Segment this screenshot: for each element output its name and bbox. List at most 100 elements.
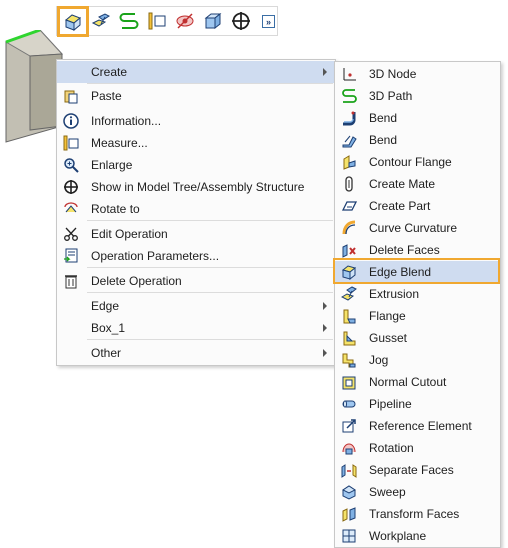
- sweep-icon: [341, 484, 357, 500]
- menu-separator: [87, 292, 333, 293]
- measure-tool-button[interactable]: [145, 9, 169, 33]
- menu-separator: [87, 220, 333, 221]
- menu-separator: [87, 83, 333, 84]
- create-item-label: Separate Faces: [369, 463, 454, 477]
- scissors-icon: [63, 226, 79, 242]
- create-item-contour-flange[interactable]: Contour Flange: [335, 151, 500, 173]
- context-menu-item-label: Delete Operation: [91, 274, 182, 288]
- 3d-path-icon: [341, 88, 357, 104]
- context-menu-item-box-1[interactable]: Box_1: [57, 317, 335, 339]
- edge-blend-tool-button[interactable]: [57, 6, 89, 37]
- context-menu-item-other[interactable]: Other: [57, 342, 335, 364]
- context-menu-item-label: Edge: [91, 299, 120, 313]
- create-item-bend-2[interactable]: Bend: [335, 129, 500, 151]
- rotate-icon: [63, 201, 79, 217]
- context-menu-item-label: Other: [91, 346, 122, 360]
- create-item-label: Create Part: [369, 199, 431, 213]
- workplane-icon: [341, 528, 357, 544]
- submenu-arrow-icon: [323, 302, 327, 310]
- create-item-extrusion[interactable]: Extrusion: [335, 283, 500, 305]
- create-item-delete-faces[interactable]: Delete Faces: [335, 239, 500, 261]
- create-item-label: Workplane: [369, 529, 427, 543]
- context-menu-item-label: Operation Parameters...: [91, 249, 220, 263]
- create-item-rotation[interactable]: Rotation: [335, 437, 500, 459]
- context-menu-item-edit-operation[interactable]: Edit Operation: [57, 223, 335, 245]
- mini-toolbar: »: [56, 6, 278, 37]
- toolbar-more-button[interactable]: »: [262, 15, 275, 28]
- context-menu-item-label: Rotate to: [91, 202, 140, 216]
- extrusion-icon: [340, 286, 357, 302]
- context-menu-item-paste[interactable]: Paste: [57, 85, 335, 107]
- context-menu: Create Paste Information... Measure... Enlar…: [56, 59, 336, 366]
- context-menu-item-edge[interactable]: Edge: [57, 295, 335, 317]
- create-item-jog[interactable]: Jog: [335, 349, 500, 371]
- create-item-label: Contour Flange: [369, 155, 452, 169]
- path-icon: [119, 13, 139, 29]
- jog-icon: [341, 352, 357, 368]
- create-submenu: 3D Node 3D Path Bend Bend Contour Flange Crea…: [334, 61, 501, 548]
- box-icon: [204, 12, 222, 30]
- path-tool-button[interactable]: [117, 9, 141, 33]
- context-menu-item-label: Paste: [91, 89, 122, 103]
- create-item-reference-element[interactable]: Reference Element: [335, 415, 500, 437]
- context-menu-item-enlarge[interactable]: Enlarge: [57, 154, 335, 176]
- create-item-normal-cutout[interactable]: Normal Cutout: [335, 371, 500, 393]
- create-item-pipeline[interactable]: Pipeline: [335, 393, 500, 415]
- rotation-icon: [341, 440, 357, 456]
- normal-cutout-icon: [341, 374, 357, 390]
- context-menu-item-label: Show in Model Tree/Assembly Structure: [91, 180, 305, 194]
- context-menu-item-label: Enlarge: [91, 158, 133, 172]
- create-item-label: Reference Element: [369, 419, 472, 433]
- info-icon: [63, 113, 79, 129]
- create-item-label: Pipeline: [369, 397, 412, 411]
- delete-faces-icon: [341, 242, 357, 258]
- context-menu-item-label: Measure...: [91, 136, 148, 150]
- flange-icon: [341, 308, 357, 324]
- context-menu-item-measure[interactable]: Measure...: [57, 132, 335, 154]
- create-item-sweep[interactable]: Sweep: [335, 481, 500, 503]
- context-menu-item-rotate-to[interactable]: Rotate to: [57, 198, 335, 220]
- context-menu-item-label: Box_1: [91, 321, 126, 335]
- measure-icon: [63, 135, 79, 151]
- extrusion-tool-button[interactable]: [89, 9, 113, 33]
- create-item-curve-curvature[interactable]: Curve Curvature: [335, 217, 500, 239]
- box-tool-button[interactable]: [201, 9, 225, 33]
- create-item-label: Gusset: [369, 331, 408, 345]
- create-item-label: Delete Faces: [369, 243, 440, 257]
- measure-icon: [148, 12, 166, 30]
- create-item-gusset[interactable]: Gusset: [335, 327, 500, 349]
- create-item-flange[interactable]: Flange: [335, 305, 500, 327]
- trash-icon: [63, 273, 79, 289]
- context-menu-item-delete-operation[interactable]: Delete Operation: [57, 270, 335, 292]
- context-menu-item-information[interactable]: Information...: [57, 110, 335, 132]
- crosshair-tool-button[interactable]: [229, 9, 253, 33]
- create-item-create-part[interactable]: Create Part: [335, 195, 500, 217]
- create-item-workplane[interactable]: Workplane: [335, 525, 500, 547]
- create-item-label: Bend: [369, 111, 398, 125]
- create-item-label: Sweep: [369, 485, 406, 499]
- create-item-3d-node[interactable]: 3D Node: [335, 63, 500, 85]
- create-item-label: Edge Blend: [369, 265, 432, 279]
- create-item-bend[interactable]: Bend: [335, 107, 500, 129]
- extrusion-icon: [91, 13, 110, 27]
- hide-tool-button[interactable]: [173, 9, 197, 33]
- create-item-label: Create Mate: [369, 177, 436, 191]
- context-menu-item-create[interactable]: Create: [57, 61, 335, 83]
- context-menu-item-operation-parameters[interactable]: Operation Parameters...: [57, 245, 335, 267]
- create-item-separate-faces[interactable]: Separate Faces: [335, 459, 500, 481]
- create-item-edge-blend[interactable]: Edge Blend: [335, 261, 500, 283]
- create-item-label: Rotation: [369, 441, 414, 455]
- create-item-3d-path[interactable]: 3D Path: [335, 85, 500, 107]
- create-item-create-mate[interactable]: Create Mate: [335, 173, 500, 195]
- create-item-label: Transform Faces: [369, 507, 460, 521]
- context-menu-item-show-in-model-tree-assembly-structure[interactable]: Show in Model Tree/Assembly Structure: [57, 176, 335, 198]
- bend-alt-icon: [341, 132, 357, 148]
- menu-separator: [87, 267, 333, 268]
- menu-separator: [87, 339, 333, 340]
- create-item-transform-faces[interactable]: Transform Faces: [335, 503, 500, 525]
- create-item-label: Extrusion: [369, 287, 420, 301]
- context-menu-item-label: Information...: [91, 114, 162, 128]
- create-item-label: Curve Curvature: [369, 221, 458, 235]
- create-item-label: Normal Cutout: [369, 375, 447, 389]
- create-part-icon: [341, 198, 358, 214]
